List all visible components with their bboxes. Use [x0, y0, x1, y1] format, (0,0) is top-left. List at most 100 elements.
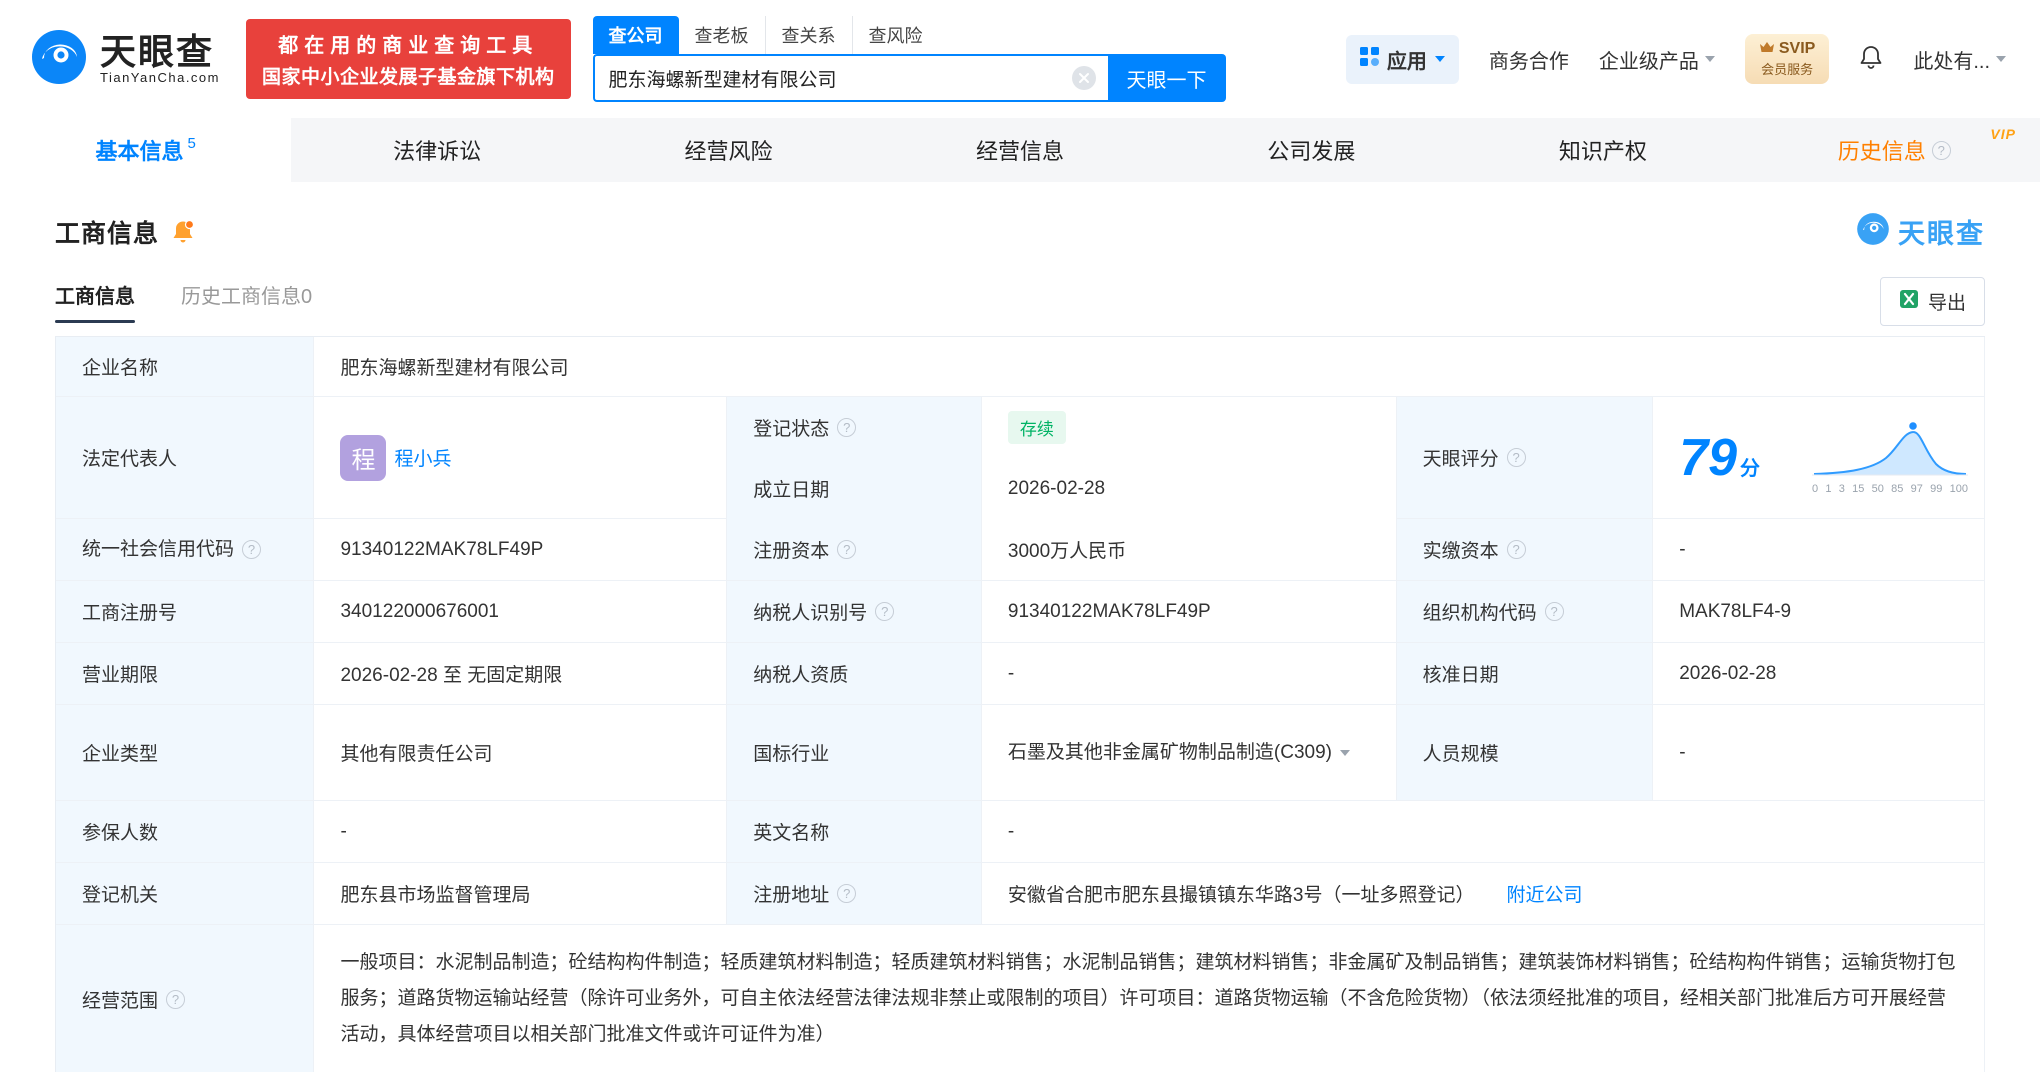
chevron-down-icon: [1434, 56, 1445, 62]
notification-bell-icon[interactable]: [1859, 44, 1883, 75]
org-code-label-text: 组织机构代码: [1422, 603, 1537, 624]
status-badge: 存续: [1007, 411, 1066, 444]
svip-membership-button[interactable]: SVIP 会员服务: [1744, 34, 1830, 84]
help-icon[interactable]: ?: [875, 602, 895, 621]
reg-status-label: 登记状态 ?: [727, 397, 982, 459]
reg-capital-label: 注册资本 ?: [727, 519, 982, 581]
subtab-business-info[interactable]: 工商信息: [55, 280, 135, 323]
help-icon[interactable]: ?: [837, 418, 857, 437]
search-tab-risk[interactable]: 查风险: [851, 16, 939, 54]
org-code-value: MAK78LF4-9: [1653, 581, 1985, 643]
account-menu[interactable]: 此处有...: [1913, 45, 2006, 74]
score-unit: 分: [1740, 457, 1761, 480]
watermark-logo-icon: [1856, 212, 1890, 251]
brand-domain: TianYanCha.com: [100, 70, 220, 86]
subscribe-bell-icon[interactable]: [171, 219, 195, 245]
company-nav-tabs: 基本信息 5 法律诉讼 经营风险 经营信息 公司发展 知识产权 VIP 历史信息…: [0, 118, 2040, 182]
reg-authority-label: 登记机关: [56, 863, 315, 925]
tab-company-development[interactable]: 公司发展: [1166, 118, 1457, 182]
help-icon[interactable]: ?: [1544, 602, 1564, 621]
business-coop-link[interactable]: 商务合作: [1489, 45, 1569, 74]
chevron-down-icon: [1996, 56, 2006, 62]
search-tab-boss[interactable]: 查老板: [679, 16, 765, 54]
clear-search-icon[interactable]: [1071, 66, 1096, 90]
taxpayer-id-label: 纳税人识别号 ?: [727, 581, 982, 643]
company-type-value: 其他有限责任公司: [314, 705, 728, 801]
reg-number-value: 340122000676001: [314, 581, 728, 643]
tab-legal-label: 法律诉讼: [393, 139, 482, 164]
excel-icon: [1899, 289, 1919, 315]
chevron-down-icon[interactable]: [1340, 749, 1350, 756]
subtab-history-business-info[interactable]: 历史工商信息0: [181, 280, 312, 323]
help-icon[interactable]: ?: [1506, 540, 1526, 559]
tab-operating-info[interactable]: 经营信息: [874, 118, 1165, 182]
score-value: 79 分 0 1 3 15 50 85 97 99 100: [1653, 397, 1985, 519]
legal-rep-label: 法定代表人: [56, 397, 315, 519]
approval-date-label: 核准日期: [1396, 643, 1654, 705]
help-icon[interactable]: ?: [242, 540, 262, 559]
tab-intellectual-property[interactable]: 知识产权: [1457, 118, 1748, 182]
tab-basic-info[interactable]: 基本信息 5: [0, 118, 292, 182]
help-icon[interactable]: ?: [837, 884, 857, 903]
nearby-companies-link[interactable]: 附近公司: [1506, 880, 1582, 907]
company-name-value: 肥东海螺新型建材有限公司: [314, 337, 1985, 397]
business-info-table: 企业名称 肥东海螺新型建材有限公司 法定代表人 程 程小兵 登记状态 ? 存续 …: [55, 336, 1985, 1072]
credit-code-label: 统一社会信用代码 ?: [56, 519, 315, 581]
tab-legal-proceedings[interactable]: 法律诉讼: [291, 118, 582, 182]
search-input[interactable]: [608, 67, 1072, 89]
tab-history-info[interactable]: VIP 历史信息 ?: [1749, 118, 2040, 182]
tab-operating-risk[interactable]: 经营风险: [583, 118, 874, 182]
help-icon[interactable]: ?: [1506, 448, 1526, 467]
search-box: 天眼一下: [592, 54, 1226, 102]
reg-number-label: 工商注册号: [56, 581, 315, 643]
table-row: 工商注册号 340122000676001 纳税人识别号 ? 91340122M…: [56, 581, 1985, 643]
score-chart: 0 1 3 15 50 85 97 99 100: [1810, 420, 1970, 495]
industry-code: (C309): [1273, 741, 1332, 763]
staff-size-value: -: [1653, 705, 1985, 801]
approval-date-value: 2026-02-28: [1653, 643, 1985, 705]
brand-logo[interactable]: 天眼查 TianYanCha.com: [30, 28, 220, 91]
search-button[interactable]: 天眼一下: [1107, 54, 1226, 102]
section-title: 工商信息: [55, 219, 160, 248]
promo-line2: 国家中小企业发展子基金旗下机构: [262, 67, 555, 88]
table-row: 企业名称 肥东海螺新型建材有限公司: [56, 337, 1985, 397]
search-tab-company[interactable]: 查公司: [592, 16, 679, 54]
address-label: 注册地址 ?: [727, 863, 982, 925]
account-label: 此处有...: [1913, 50, 1990, 73]
table-row: 统一社会信用代码 ? 91340122MAK78LF49P 注册资本 ? 300…: [56, 519, 1985, 581]
search-area: 查公司 查老板 查关系 查风险 天眼一下: [592, 16, 1226, 102]
subtab-row: 工商信息 历史工商信息0 导出: [55, 277, 1985, 326]
table-row: 企业类型 其他有限责任公司 国标行业 石墨及其他非金属矿物制品制造(C309) …: [56, 705, 1985, 801]
reg-capital-value: 3000万人民币: [981, 519, 1397, 581]
business-term-value: 2026-02-28 至 无固定期限: [314, 643, 728, 705]
promo-banner: 都在用的商业查询工具 国家中小企业发展子基金旗下机构: [246, 19, 571, 99]
paid-capital-label: 实缴资本 ?: [1396, 519, 1654, 581]
help-icon[interactable]: ?: [166, 989, 186, 1009]
search-tab-relation[interactable]: 查关系: [764, 16, 852, 54]
industry-value: 石墨及其他非金属矿物制品制造(C309): [981, 705, 1397, 801]
industry-label: 国标行业: [727, 705, 982, 801]
promo-line1: 都在用的商业查询工具: [278, 35, 539, 57]
apps-label: 应用: [1386, 50, 1427, 73]
subtab-history-count: 0: [301, 286, 313, 308]
taxpayer-id-label-text: 纳税人识别号: [753, 603, 868, 624]
scope-value: 一般项目：水泥制品制造；砼结构构件制造；轻质建筑材料制造；轻质建筑材料销售；水泥…: [314, 925, 1985, 1072]
taxpayer-id-value: 91340122MAK78LF49P: [981, 581, 1397, 643]
table-row: 营业期限 2026-02-28 至 无固定期限 纳税人资质 - 核准日期 202…: [56, 643, 1985, 705]
tianyancha-logo-icon: [30, 28, 88, 91]
business-term-label: 营业期限: [56, 643, 315, 705]
est-date-value: 2026-02-28: [981, 458, 1397, 520]
company-name-label: 企业名称: [56, 337, 315, 397]
export-button[interactable]: 导出: [1879, 277, 1985, 326]
insured-value: -: [314, 801, 728, 863]
legal-rep-link[interactable]: 程小兵: [394, 444, 451, 471]
reg-status-value: 存续: [981, 397, 1397, 459]
enterprise-products-menu[interactable]: 企业级产品: [1599, 45, 1715, 74]
help-icon[interactable]: ?: [1931, 140, 1951, 160]
legal-rep-value: 程 程小兵: [314, 397, 728, 519]
help-icon[interactable]: ?: [837, 540, 857, 559]
apps-button[interactable]: 应用: [1345, 34, 1459, 84]
page: 天眼查 TianYanCha.com 都在用的商业查询工具 国家中小企业发展子基…: [0, 0, 2040, 1072]
tab-history-label: 历史信息: [1837, 139, 1926, 164]
scope-label: 经营范围 ?: [56, 925, 315, 1072]
